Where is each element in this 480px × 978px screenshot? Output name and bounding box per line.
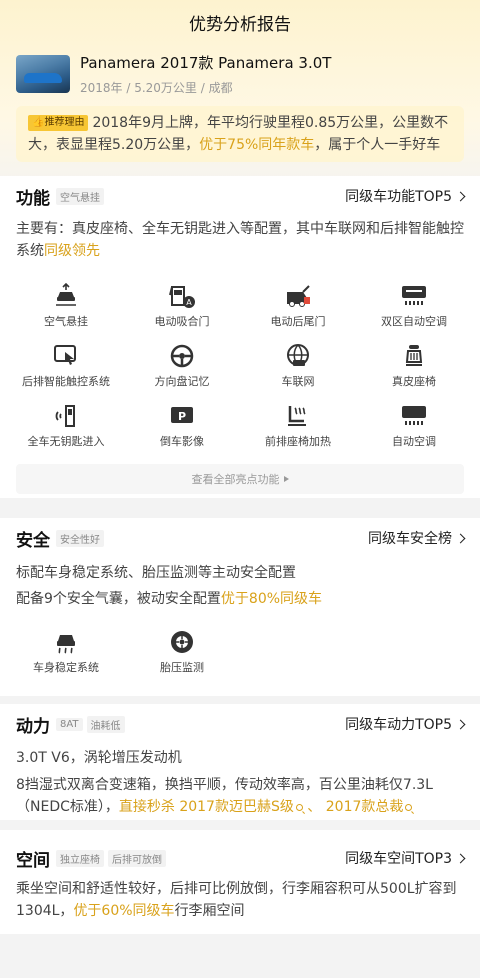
feature-power-tailgate[interactable]: 电动后尾门 [240, 282, 356, 342]
recommend-reason-box: 👍推荐理由 2018年9月上牌，年平均行驶里程0.85万公里，公里数不大，表显里程… [16, 106, 464, 162]
space-chip-2: 后排可放倒 [108, 849, 166, 867]
chevron-right-icon [455, 719, 466, 729]
function-chip: 空气悬挂 [56, 187, 104, 205]
power-top5-link[interactable]: 同级车动力TOP5 [345, 714, 466, 734]
car-thumbnail [16, 55, 70, 93]
space-top3-link[interactable]: 同级车空间TOP3 [345, 848, 466, 868]
recommend-reason-tag: 👍推荐理由 [28, 115, 89, 131]
thumbs-up-icon: 👍 [32, 117, 45, 128]
search-icon [405, 804, 413, 811]
function-card: 功能 空气悬挂 同级车功能TOP5 主要有：真皮座椅、全车无钥匙进入等配置，其中… [0, 176, 480, 498]
car-title: Panamera 2017款 Panamera 3.0T [80, 54, 332, 72]
feature-seat-heating[interactable]: 前排座椅加热 [240, 402, 356, 462]
safety-chip: 安全性好 [56, 529, 104, 547]
feature-stability-control[interactable]: 车身稳定系统 [8, 628, 124, 688]
feature-connected-car[interactable]: 车联网 [240, 342, 356, 402]
compare-car-link-1[interactable]: 2017款迈巴赫S级 [179, 799, 303, 815]
chevron-right-icon [455, 533, 466, 543]
nav-bar: 优势分析报告 [0, 0, 480, 44]
svg-text:P: P [178, 410, 186, 423]
svg-text:A: A [186, 298, 192, 307]
feature-keyless-entry[interactable]: 全车无钥匙进入 [8, 402, 124, 462]
safety-ranking-link[interactable]: 同级车安全榜 [368, 528, 466, 548]
car-info: Panamera 2017款 Panamera 3.0T 2018年 / 5.2… [80, 52, 331, 96]
reason-highlight: 优于75%同年款车 [199, 137, 315, 153]
rear-camera-icon: P [167, 402, 197, 430]
safety-title: 安全 [16, 530, 50, 551]
feature-steering-memory[interactable]: 方向盘记忆 [124, 342, 240, 402]
car-summary[interactable]: Panamera 2017款 Panamera 3.0T 2018年 / 5.2… [16, 52, 464, 96]
feature-dual-zone-ac[interactable]: 双区自动空调 [356, 282, 472, 342]
power-chip-1: 8AT [56, 717, 83, 731]
tire-pressure-icon [167, 628, 197, 656]
soft-close-door-icon: A [167, 282, 197, 310]
feature-soft-close-door[interactable]: A 电动吸合门 [124, 282, 240, 342]
compare-car-link-2[interactable]: 2017款总裁 [326, 799, 413, 815]
feature-leather-seat[interactable]: 真皮座椅 [356, 342, 472, 402]
space-text: 乘坐空间和舒适性较好，后排可比例放倒，行李厢容积可从500L扩容到1304L，优… [16, 881, 457, 919]
car-subtitle: 2018年 / 5.20万公里 / 成都 [80, 81, 233, 95]
stability-control-icon [51, 628, 81, 656]
feature-air-suspension[interactable]: 空气悬挂 [8, 282, 124, 342]
power-chip-2: 油耗低 [86, 715, 125, 733]
leather-seat-icon [399, 342, 429, 370]
safety-feature-grid: 车身稳定系统 胎压监测 [8, 628, 472, 688]
space-chip-1: 独立座椅 [56, 849, 104, 867]
space-title: 空间 [16, 850, 50, 871]
feature-rear-touch[interactable]: 后排智能触控系统 [8, 342, 124, 402]
connected-car-icon [283, 342, 313, 370]
power-line-1: 3.0T V6，涡轮增压发动机 [16, 750, 182, 766]
function-summary: 主要有：真皮座椅、全车无钥匙进入等配置，其中车联网和后排智能触控系统同级领先 [16, 221, 464, 259]
reason-text-end: ，属于个人一手好车 [314, 137, 441, 153]
keyless-entry-icon [51, 402, 81, 430]
safety-card: 安全 安全性好 同级车安全榜 标配车身稳定系统、胎压监测等主动安全配置 配备9个… [0, 518, 480, 696]
search-icon [295, 804, 303, 811]
steering-memory-icon [167, 342, 197, 370]
feature-rear-camera[interactable]: P 倒车影像 [124, 402, 240, 462]
chevron-right-icon [455, 191, 466, 201]
space-card: 空间 独立座椅 后排可放倒 同级车空间TOP3 乘坐空间和舒适性较好，后排可比例… [0, 830, 480, 934]
function-feature-grid: 空气悬挂 A 电动吸合门 电动后尾门 双区自动空调 后排智能触控系统 方向盘记忆… [8, 282, 472, 462]
safety-line-2: 配备9个安全气囊，被动安全配置优于80%同级车 [16, 591, 323, 607]
power-tailgate-icon [283, 282, 313, 310]
power-card: 动力 8AT 油耗低 同级车动力TOP5 3.0T V6，涡轮增压发动机 8挡湿… [0, 704, 480, 820]
page-title: 优势分析报告 [189, 14, 291, 35]
power-line-2: 8挡湿式双离合变速箱，换挡平顺，传动效率高，百公里油耗仅7.3L（NEDC标准）… [16, 777, 433, 815]
dual-zone-ac-icon [399, 282, 429, 310]
triangle-right-icon [283, 476, 289, 482]
function-top5-link[interactable]: 同级车功能TOP5 [345, 186, 466, 206]
view-all-features-button[interactable]: 查看全部亮点功能 [16, 464, 464, 494]
rear-touch-icon [51, 342, 81, 370]
feature-auto-ac[interactable]: 自动空调 [356, 402, 472, 462]
feature-tire-pressure[interactable]: 胎压监测 [124, 628, 240, 688]
seat-heating-icon [283, 402, 313, 430]
function-title: 功能 [16, 188, 50, 209]
chevron-right-icon [455, 853, 466, 863]
safety-line-1: 标配车身稳定系统、胎压监测等主动安全配置 [16, 565, 296, 581]
air-suspension-icon [51, 282, 81, 310]
auto-ac-icon [399, 402, 429, 430]
power-title: 动力 [16, 716, 50, 737]
